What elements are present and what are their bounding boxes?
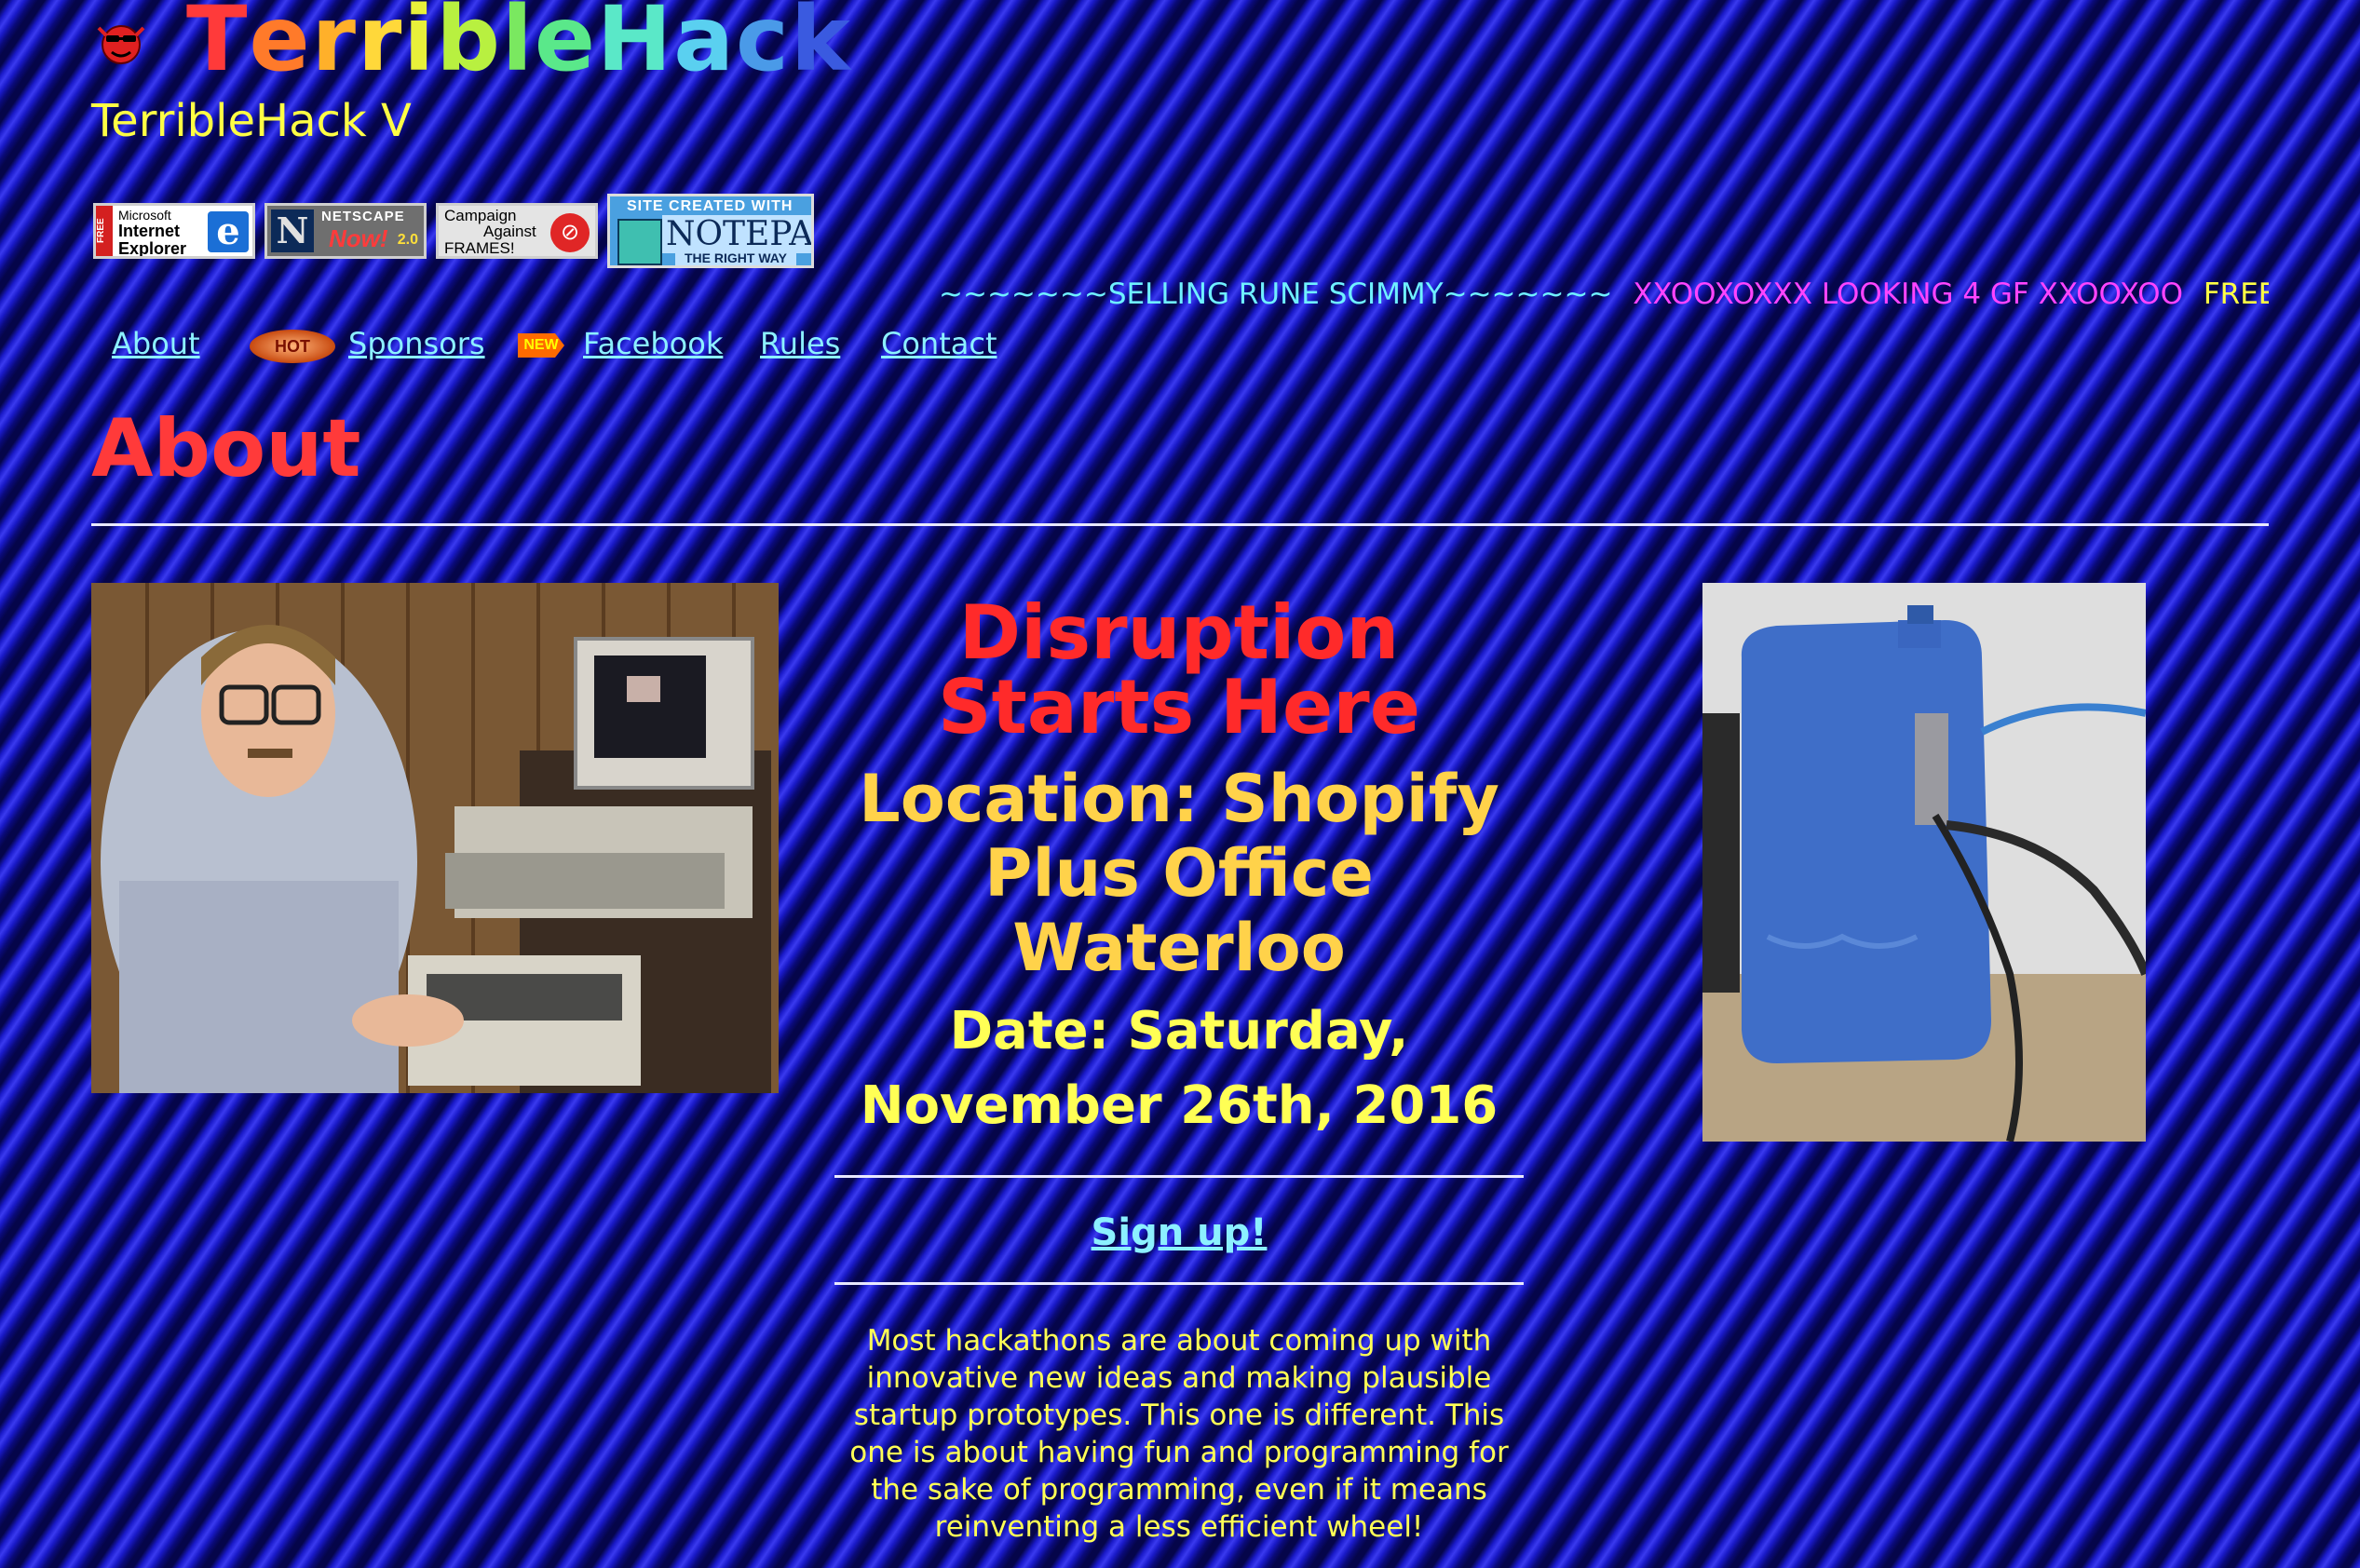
notepad-badge-line3: THE RIGHT WAY — [675, 250, 796, 265]
ie-badge-line3: Explorer — [118, 239, 187, 258]
netscape-icon: N — [271, 210, 314, 252]
site-title-letter: c — [736, 0, 791, 91]
site-title-letter: l — [501, 0, 535, 91]
horizontal-divider — [834, 1175, 1524, 1178]
marquee-item: ~~~~~~~SELLING RUNE SCIMMY~~~~~~~ — [939, 277, 1613, 311]
nav-link-sponsors[interactable]: Sponsors — [348, 326, 485, 361]
site-title[interactable]: TerribleHack — [186, 0, 852, 91]
site-title-letter: H — [596, 0, 674, 91]
netscape-badge-line1: NETSCAPE — [321, 209, 405, 224]
frames-badge-line2: Against — [483, 223, 536, 240]
netscape-badge-line2: Now! — [329, 224, 388, 252]
retro-programmer-photo — [91, 583, 779, 1093]
jerry-can-computer-photo — [1702, 583, 2146, 1142]
site-title-letter: a — [673, 0, 737, 91]
netscape-badge[interactable]: N NETSCAPE Now! 2.0 — [264, 203, 427, 259]
event-description: Most hackathons are about coming up with… — [849, 1324, 1509, 1544]
hot-icon: HOT — [250, 330, 335, 363]
frames-badge-line3: FRAMES! — [444, 239, 515, 257]
site-title-letter: e — [534, 0, 597, 91]
ie-badge-line1: Microsoft — [118, 208, 171, 223]
internet-explorer-icon: e — [208, 211, 249, 252]
nav-link-about[interactable]: About — [112, 326, 200, 361]
headline-line-1: Disruption — [958, 589, 1400, 676]
notepad-badge[interactable]: SITE CREATED WITH NOTEPAD THE RIGHT WAY — [607, 194, 814, 268]
event-date: Date: Saturday, November 26th, 2016 — [860, 1001, 1499, 1136]
site-title-letter: k — [790, 0, 852, 91]
new-arrow-icon: NEW — [518, 333, 564, 358]
nav-link-rules[interactable]: Rules — [760, 326, 840, 361]
site-subtitle: TerribleHack V — [91, 95, 412, 147]
site-title-letter: e — [249, 0, 312, 91]
campaign-against-frames-badge[interactable]: Campaign Against FRAMES! ⊘ — [436, 203, 598, 259]
free-strip: FREE — [96, 206, 113, 256]
site-title-letter: r — [357, 0, 404, 91]
notepad-icon — [617, 219, 662, 265]
logo-icon — [93, 17, 149, 69]
marquee-item: XXOOXOXXX LOOKING 4 GF XXOOXOO — [1633, 277, 2183, 311]
site-title-letter: b — [436, 0, 502, 91]
site-title-letter: i — [403, 0, 437, 91]
event-location: Location: Shopify Plus Office Waterloo — [859, 761, 1499, 986]
signup-link[interactable]: Sign up! — [1092, 1211, 1268, 1254]
no-frames-icon: ⊘ — [550, 213, 590, 252]
headline-line-2: Starts Here — [938, 664, 1420, 750]
scrolling-marquee: ~~~~~~~SELLING RUNE SCIMMY~~~~~~~ XXOOXO… — [939, 277, 2269, 318]
section-heading: About — [91, 402, 361, 495]
horizontal-divider — [834, 1282, 1524, 1285]
site-title-letter: T — [186, 0, 250, 91]
internet-explorer-badge[interactable]: FREE Microsoft Internet Explorer e — [93, 203, 255, 259]
marquee-item: FREE AI — [2203, 277, 2269, 311]
site-title-letter: r — [311, 0, 358, 91]
notepad-badge-line2: NOTEPAD — [662, 215, 811, 253]
nav-link-facebook[interactable]: Facebook — [583, 326, 723, 361]
horizontal-divider — [91, 523, 2269, 526]
ie-badge-line2: Internet — [118, 222, 181, 240]
notepad-badge-line1: SITE CREATED WITH — [627, 198, 793, 214]
nav-link-contact[interactable]: Contact — [881, 326, 997, 361]
event-info: Disruption Starts Here Location: Shopify… — [834, 596, 1524, 1546]
netscape-badge-version: 2.0 — [397, 232, 418, 248]
